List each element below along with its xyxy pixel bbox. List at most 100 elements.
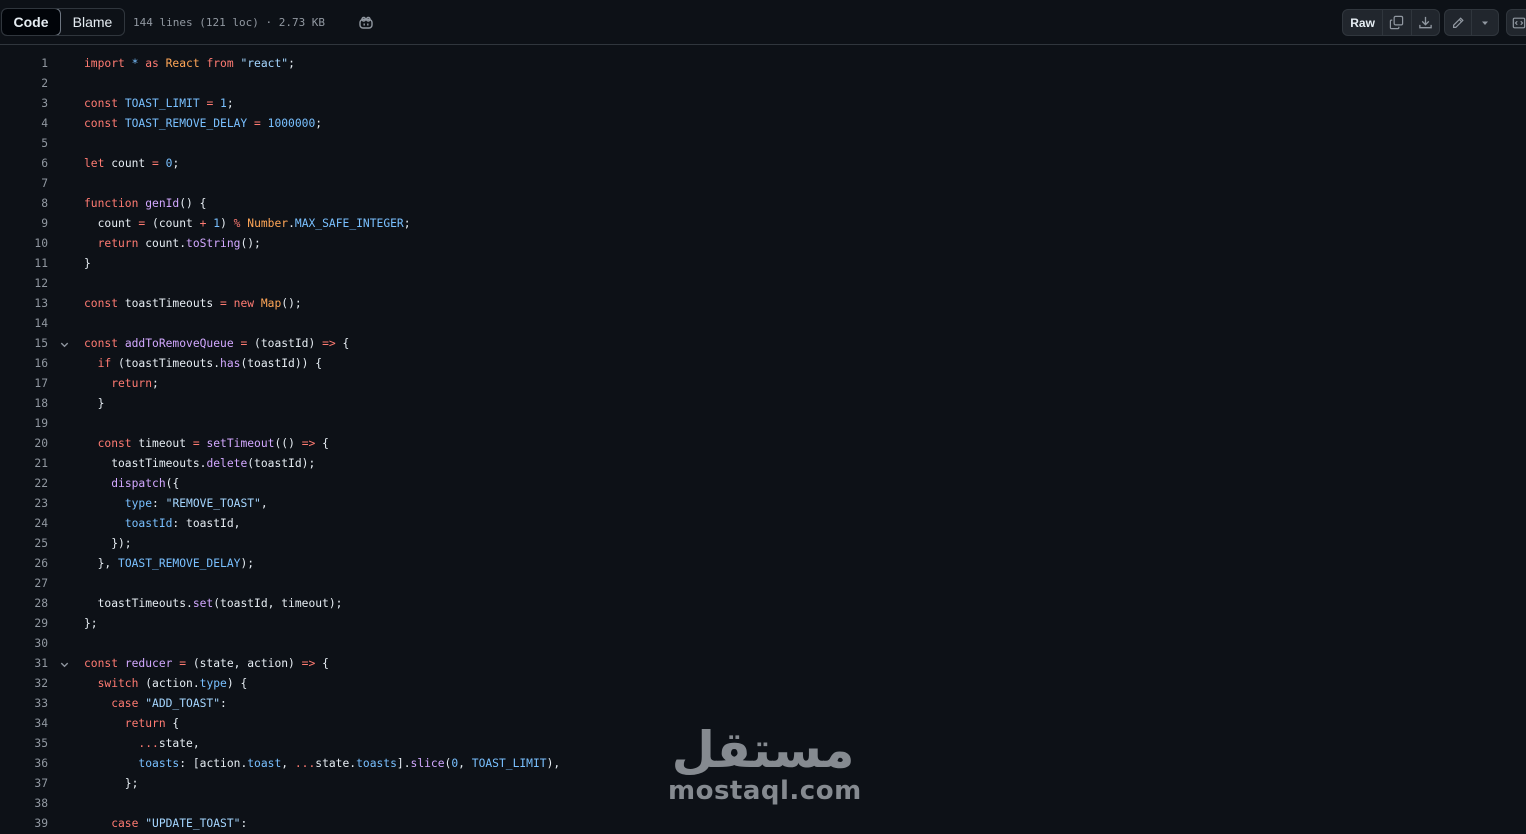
code-token: toastId — [124, 517, 173, 530]
line-number[interactable]: 26 — [0, 554, 48, 574]
code-token: "UPDATE_TOAST" — [145, 817, 241, 830]
line-number[interactable]: 27 — [0, 574, 48, 594]
code-token: ), — [546, 757, 561, 770]
code-token: case — [84, 697, 146, 710]
code-token: toasts — [356, 757, 397, 770]
code-token: return — [84, 377, 153, 390]
code-line: 2 — [0, 74, 1526, 94]
code-token: const — [84, 437, 139, 450]
code-text: let count = 0; — [84, 154, 179, 174]
line-number[interactable]: 17 — [0, 374, 48, 394]
code-line: 14 — [0, 314, 1526, 334]
code-token: { — [322, 657, 329, 670]
code-token: ; — [152, 377, 159, 390]
code-token: (toastId, timeout); — [213, 597, 343, 610]
symbols-icon[interactable] — [1506, 9, 1526, 36]
fold-chevron-icon[interactable] — [58, 654, 70, 674]
line-number[interactable]: 14 — [0, 314, 48, 334]
line-number[interactable]: 34 — [0, 714, 48, 734]
line-number[interactable]: 29 — [0, 614, 48, 634]
line-number[interactable]: 21 — [0, 454, 48, 474]
code-token: }; — [84, 617, 98, 630]
code-token: state, — [158, 737, 200, 750]
code-token: => — [301, 437, 323, 450]
copilot-icon[interactable] — [356, 13, 376, 33]
line-number[interactable]: 32 — [0, 674, 48, 694]
code-token: ) — [220, 217, 234, 230]
line-number[interactable]: 24 — [0, 514, 48, 534]
chevron-down-icon[interactable] — [1471, 10, 1498, 35]
code-token: (toastTimeouts. — [118, 357, 221, 370]
line-number[interactable]: 9 — [0, 214, 48, 234]
line-number[interactable]: 39 — [0, 814, 48, 834]
code-text: toastId: toastId, — [84, 514, 241, 534]
code-token: "ADD_TOAST" — [145, 697, 221, 710]
code-text: const TOAST_LIMIT = 1; — [84, 94, 234, 114]
line-number[interactable]: 28 — [0, 594, 48, 614]
code-token: const — [84, 337, 125, 350]
line-number[interactable]: 23 — [0, 494, 48, 514]
line-number[interactable]: 31 — [0, 654, 48, 674]
code-token: (toastId)) { — [240, 357, 323, 370]
blame-tab[interactable]: Blame — [61, 9, 124, 35]
code-text: return { — [84, 714, 179, 734]
line-number[interactable]: 37 — [0, 774, 48, 794]
code-line: 33 case "ADD_TOAST": — [0, 694, 1526, 714]
line-number[interactable]: 30 — [0, 634, 48, 654]
code-token: addToRemoveQueue — [124, 337, 234, 350]
line-number[interactable]: 35 — [0, 734, 48, 754]
code-text: const toastTimeouts = new Map(); — [84, 294, 302, 314]
code-token: let — [84, 157, 112, 170]
line-number[interactable]: 10 — [0, 234, 48, 254]
line-number[interactable]: 7 — [0, 174, 48, 194]
line-number[interactable]: 1 — [0, 54, 48, 74]
code-token: () { — [179, 197, 207, 210]
line-number[interactable]: 18 — [0, 394, 48, 414]
code-text: } — [84, 394, 105, 414]
line-number[interactable]: 3 — [0, 94, 48, 114]
line-number[interactable]: 4 — [0, 114, 48, 134]
code-token: ; — [403, 217, 411, 230]
pencil-icon[interactable] — [1445, 10, 1471, 35]
code-token: ; — [172, 157, 180, 170]
line-number[interactable]: 13 — [0, 294, 48, 314]
code-token: ); — [240, 557, 255, 570]
line-number[interactable]: 16 — [0, 354, 48, 374]
line-number[interactable]: 11 — [0, 254, 48, 274]
download-icon[interactable] — [1410, 10, 1439, 35]
code-tab[interactable]: Code — [2, 9, 61, 35]
line-number[interactable]: 25 — [0, 534, 48, 554]
code-text: }, TOAST_REMOVE_DELAY); — [84, 554, 254, 574]
line-number[interactable]: 8 — [0, 194, 48, 214]
line-number[interactable]: 5 — [0, 134, 48, 154]
code-token: "REMOVE_TOAST" — [165, 497, 261, 510]
code-line: 32 switch (action.type) { — [0, 674, 1526, 694]
fold-chevron-icon[interactable] — [58, 334, 70, 354]
code-token: React — [165, 57, 207, 70]
edit-actions-group — [1444, 9, 1499, 36]
code-token: "react" — [240, 57, 289, 70]
copy-icon[interactable] — [1382, 10, 1410, 35]
code-token: type — [124, 497, 153, 510]
code-token: , — [458, 757, 472, 770]
code-line: 6 let count = 0; — [0, 154, 1526, 174]
line-number[interactable]: 36 — [0, 754, 48, 774]
line-number[interactable]: 6 — [0, 154, 48, 174]
code-line: 15 const addToRemoveQueue = (toastId) => … — [0, 334, 1526, 354]
code-line: 31 const reducer = (state, action) => { — [0, 654, 1526, 674]
code-text: function genId() { — [84, 194, 206, 214]
line-number[interactable]: 38 — [0, 794, 48, 814]
raw-button[interactable]: Raw — [1343, 10, 1382, 35]
line-number[interactable]: 2 — [0, 74, 48, 94]
line-number[interactable]: 22 — [0, 474, 48, 494]
code-line: 7 — [0, 174, 1526, 194]
line-number[interactable]: 15 — [0, 334, 48, 354]
line-number[interactable]: 12 — [0, 274, 48, 294]
line-number[interactable]: 33 — [0, 694, 48, 714]
code-text: case "ADD_TOAST": — [84, 694, 227, 714]
code-token: (count — [152, 217, 200, 230]
line-number[interactable]: 20 — [0, 434, 48, 454]
line-number[interactable]: 19 — [0, 414, 48, 434]
code-line: 23 type: "REMOVE_TOAST", — [0, 494, 1526, 514]
